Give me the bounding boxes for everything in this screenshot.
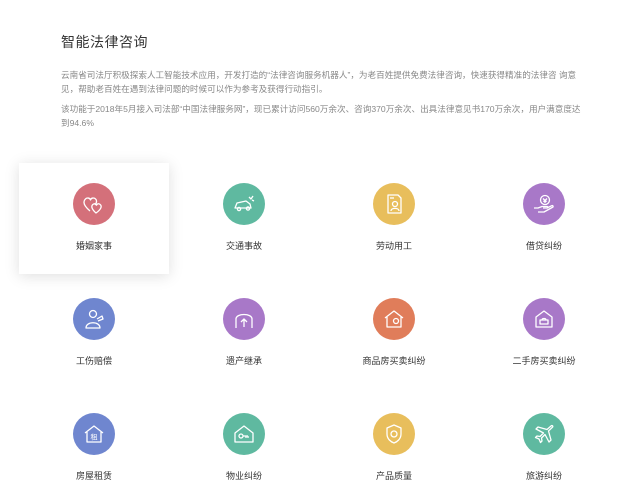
category-card-travel[interactable]: 旅游纠纷 — [469, 393, 619, 504]
category-card-secondhand-house[interactable]: 二手房买卖纠纷 — [469, 278, 619, 389]
intro-paragraph-1: 云南省司法厅积极探索人工智能技术应用，开发打造的“法律咨询服务机器人”，为老百姓… — [61, 70, 577, 94]
worker-document-icon — [373, 183, 415, 225]
category-card-injury[interactable]: 工伤赔偿 — [19, 278, 169, 389]
category-card-quality[interactable]: 产品质量 — [319, 393, 469, 504]
category-label: 产品质量 — [375, 471, 412, 481]
category-card-commercial-house[interactable]: 商品房买卖纠纷 — [319, 278, 469, 389]
category-card-traffic[interactable]: 交通事故 — [169, 163, 319, 274]
category-grid: 婚姻家事 交通事故 劳动用工 借贷纠纷 工伤赔偿 遗产继承 商品房买卖纠纷 二手… — [19, 163, 621, 504]
svg-text:租: 租 — [91, 434, 98, 442]
category-label: 物业纠纷 — [225, 471, 262, 481]
money-hand-icon — [523, 183, 565, 225]
property-key-icon — [223, 413, 265, 455]
category-label: 二手房买卖纠纷 — [512, 356, 576, 366]
house-rent-icon: 租 — [73, 413, 115, 455]
category-card-inheritance[interactable]: 遗产继承 — [169, 278, 319, 389]
house-buy-icon — [373, 298, 415, 340]
intro-text: 云南省司法厅积极探索人工智能技术应用，开发打造的“法律咨询服务机器人”，为老百姓… — [61, 68, 581, 136]
category-label: 房屋租赁 — [75, 471, 112, 481]
intro-paragraph-2: 该功能于2018年5月接入司法部“中国法律服务网”，现已累计访问560万余次、咨… — [61, 104, 581, 128]
category-label: 借贷纠纷 — [525, 241, 562, 251]
category-label: 婚姻家事 — [75, 241, 112, 251]
category-label: 交通事故 — [225, 241, 262, 251]
secondhand-house-icon — [523, 298, 565, 340]
category-label: 商品房买卖纠纷 — [362, 356, 426, 366]
category-card-property[interactable]: 物业纠纷 — [169, 393, 319, 504]
category-label: 旅游纠纷 — [525, 471, 562, 481]
category-label: 工伤赔偿 — [75, 356, 112, 366]
car-crash-icon — [223, 183, 265, 225]
category-card-rental[interactable]: 租 房屋租赁 — [19, 393, 169, 504]
category-card-labor[interactable]: 劳动用工 — [319, 163, 469, 274]
category-label: 劳动用工 — [375, 241, 412, 251]
airplane-icon — [523, 413, 565, 455]
injured-worker-icon — [73, 298, 115, 340]
hearts-icon — [73, 183, 115, 225]
category-card-loan[interactable]: 借贷纠纷 — [469, 163, 619, 274]
category-card-marriage[interactable]: 婚姻家事 — [19, 163, 169, 274]
category-label: 遗产继承 — [225, 356, 262, 366]
quality-badge-icon — [373, 413, 415, 455]
inheritance-icon — [223, 298, 265, 340]
page-title: 智能法律咨询 — [61, 34, 148, 50]
